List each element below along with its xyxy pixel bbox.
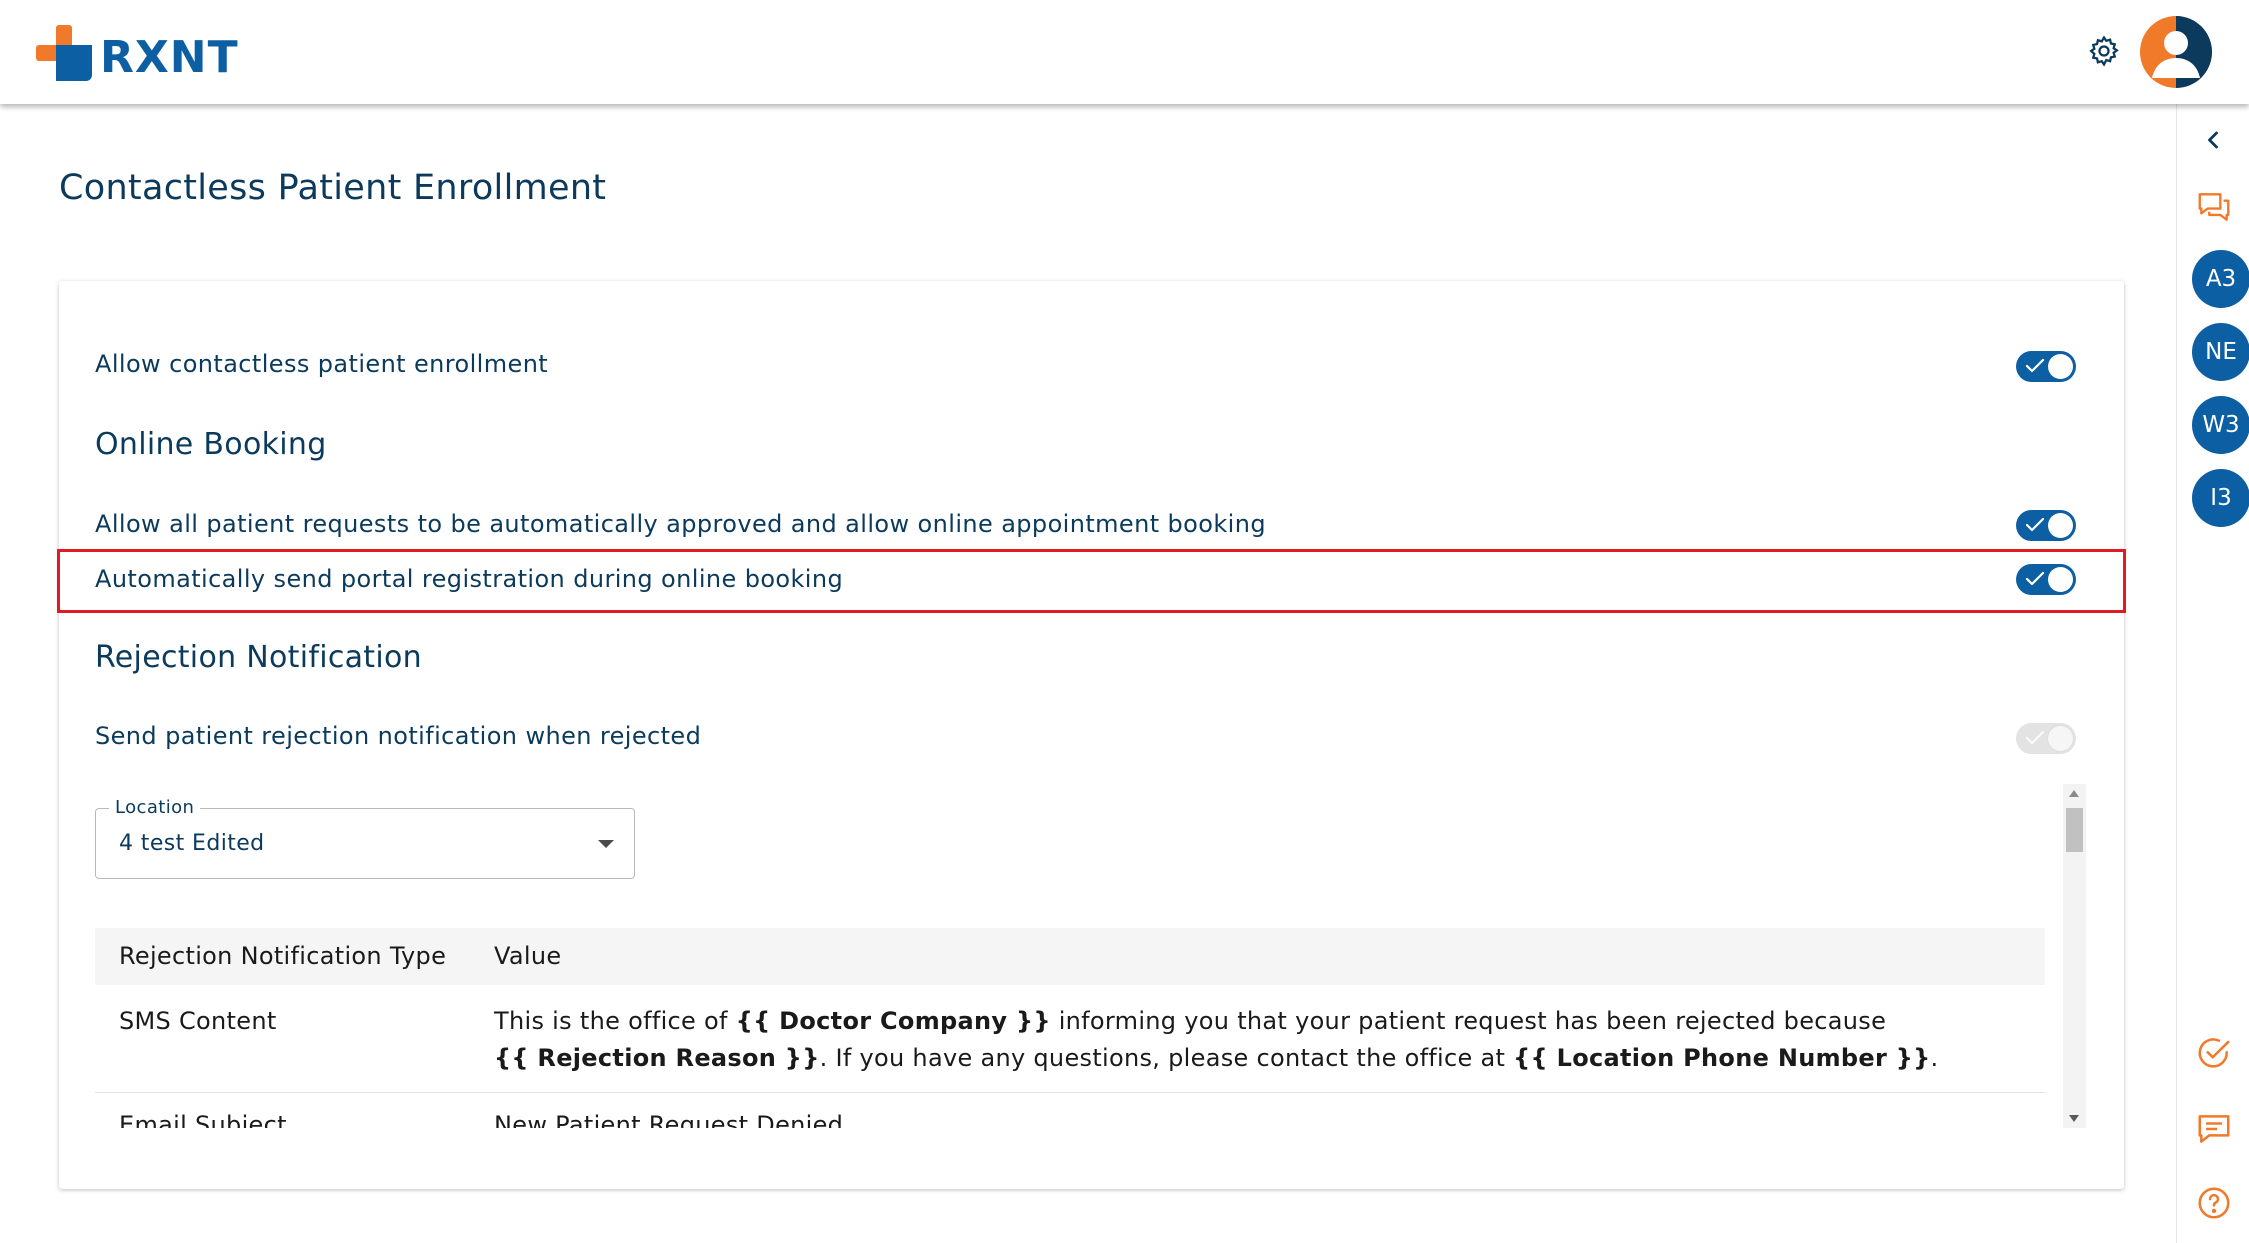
scrollbar-thumb[interactable] <box>2066 808 2083 852</box>
rejection-notification-table: Rejection Notification Type Value SMS Co… <box>95 928 2045 1128</box>
rejection-notification-heading: Rejection Notification <box>95 640 422 675</box>
caret-down-icon[interactable] <box>598 840 614 848</box>
sms-content-value: This is the office of {{ Doctor Company … <box>494 1007 1939 1072</box>
chevron-left-icon[interactable] <box>2199 126 2227 154</box>
rail-badge-i3[interactable]: I3 <box>2192 469 2249 527</box>
table-header: Rejection Notification Type Value <box>95 928 2045 985</box>
allow-enrollment-toggle[interactable] <box>2016 351 2076 382</box>
rail-badge-ne[interactable]: NE <box>2192 323 2249 381</box>
email-subject-type: Email Subject <box>119 1111 287 1128</box>
chat-bubbles-icon[interactable] <box>2195 188 2233 226</box>
email-subject-value: New Patient Request Denied <box>494 1111 844 1128</box>
column-header-value: Value <box>494 942 562 970</box>
rail-badge-w3[interactable]: W3 <box>2192 396 2249 454</box>
gear-icon[interactable] <box>2087 34 2121 68</box>
auto-portal-registration-toggle[interactable] <box>2016 564 2076 595</box>
page-title: Contactless Patient Enrollment <box>59 168 607 208</box>
row-divider <box>95 1092 2045 1093</box>
check-icon <box>2025 730 2045 745</box>
help-circle-icon[interactable] <box>2195 1184 2233 1222</box>
location-label: Location <box>109 797 201 818</box>
send-rejection-toggle[interactable] <box>2016 723 2076 754</box>
user-avatar-icon[interactable] <box>2140 16 2212 88</box>
scroll-up-arrow-icon[interactable] <box>2069 790 2079 797</box>
auto-portal-registration-label: Automatically send portal registration d… <box>95 565 844 593</box>
location-value[interactable]: 4 test Edited <box>119 831 265 856</box>
check-icon <box>2025 358 2045 373</box>
column-header-type: Rejection Notification Type <box>119 942 447 970</box>
table-scrollbar[interactable] <box>2063 784 2086 1128</box>
right-rail: A3 NE W3 I3 <box>2176 104 2249 1243</box>
top-bar: RXNT <box>0 0 2249 104</box>
send-rejection-label: Send patient rejection notification when… <box>95 722 702 750</box>
online-booking-heading: Online Booking <box>95 427 327 462</box>
rail-badge-a3[interactable]: A3 <box>2192 250 2249 308</box>
sms-content-type: SMS Content <box>119 1007 277 1035</box>
scroll-down-arrow-icon[interactable] <box>2069 1115 2079 1122</box>
logo-cross-icon <box>36 25 92 81</box>
logo-text: RXNT <box>100 32 239 83</box>
check-icon <box>2025 571 2045 586</box>
check-circle-icon[interactable] <box>2195 1034 2233 1072</box>
check-icon <box>2025 517 2045 532</box>
rxnt-logo[interactable]: RXNT <box>36 25 239 81</box>
allow-enrollment-label: Allow contactless patient enrollment <box>95 350 549 378</box>
message-icon[interactable] <box>2195 1110 2233 1148</box>
auto-approve-label: Allow all patient requests to be automat… <box>95 510 1266 538</box>
auto-approve-toggle[interactable] <box>2016 510 2076 541</box>
